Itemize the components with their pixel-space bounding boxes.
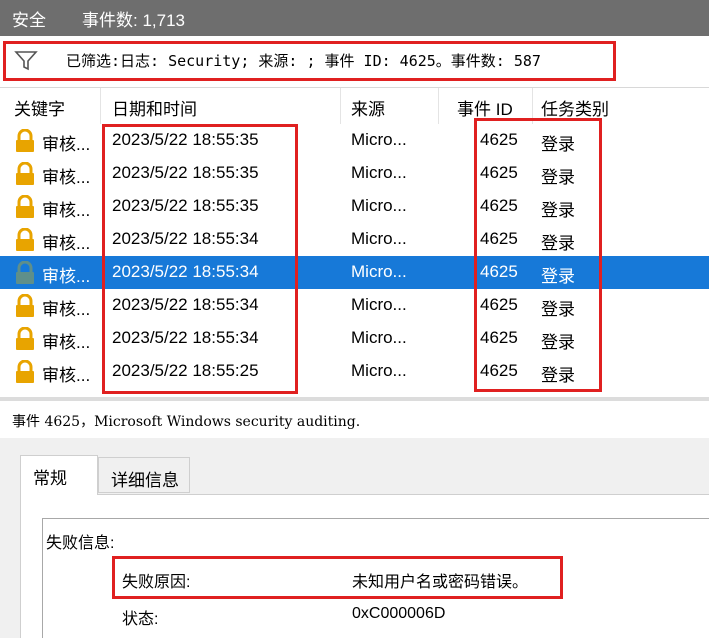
status-label: 状态: [122,611,159,628]
source-cell: Micro... [351,163,407,182]
failure-reason-highlight-box [112,556,563,599]
tab-details-label: 详细信息 [111,471,179,490]
keyword-cell: 审核... [42,333,91,352]
tab-general[interactable]: 常规 [20,455,98,495]
source-cell: Micro... [351,229,407,248]
keyword-cell: 审核... [42,168,91,187]
column-header-source[interactable]: 来源 [351,95,385,120]
lock-icon [16,261,34,284]
column-header-task-category[interactable]: 任务类别 [541,95,609,120]
log-title-bar: 安全 事件数: 1,713 [0,0,709,36]
source-cell: Micro... [351,130,407,149]
tab-details[interactable]: 详细信息 [98,457,190,493]
lock-icon [16,327,34,350]
lock-icon [16,294,34,317]
column-header-datetime[interactable]: 日期和时间 [112,95,197,120]
status-value: 0xC000006D [352,605,446,622]
keyword-cell: 审核... [42,201,91,220]
event-detail-header: 事件 4625，Microsoft Windows security audit… [12,414,361,430]
lock-icon [16,129,34,152]
lock-icon [16,162,34,185]
lock-icon [16,360,34,383]
keyword-cell: 审核... [42,234,91,253]
column-header-row: 关键字 日期和时间 来源 事件 ID 任务类别 [0,88,709,124]
source-cell: Micro... [351,262,407,281]
column-divider[interactable] [438,88,439,124]
keyword-cell: 审核... [42,135,91,154]
lock-icon [16,228,34,251]
column-header-event-id[interactable]: 事件 ID [457,95,513,120]
log-name: 安全 [12,11,46,30]
event-count: 事件数: 1,713 [82,11,185,30]
tab-general-label: 常规 [33,469,67,488]
failure-info-heading: 失败信息: [46,535,115,552]
keyword-cell: 审核... [42,267,91,286]
datetime-highlight-box [102,124,298,394]
pane-splitter[interactable] [0,397,709,401]
event-id-highlight-box [474,118,602,392]
keyword-cell: 审核... [42,300,91,319]
column-divider[interactable] [100,88,101,124]
column-header-keyword[interactable]: 关键字 [14,95,65,120]
source-cell: Micro... [351,328,407,347]
filter-bar: 已筛选:日志: Security; 来源: ; 事件 ID: 4625。事件数:… [0,36,709,88]
source-cell: Micro... [351,361,407,380]
lock-icon [16,195,34,218]
filter-highlight-box [3,41,616,81]
source-cell: Micro... [351,295,407,314]
source-cell: Micro... [351,196,407,215]
keyword-cell: 审核... [42,366,91,385]
column-divider[interactable] [340,88,341,124]
